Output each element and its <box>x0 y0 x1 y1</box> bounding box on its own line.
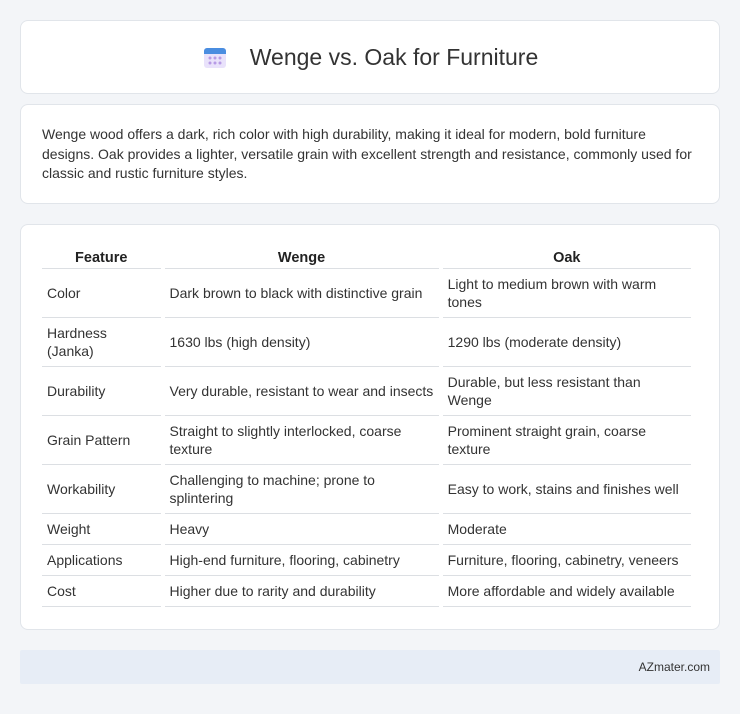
cell-wenge: High-end furniture, flooring, cabinetry <box>164 545 439 576</box>
calendar-icon <box>202 44 228 70</box>
title-card: Wenge vs. Oak for Furniture <box>20 20 720 94</box>
table-row: Hardness (Janka) 1630 lbs (high density)… <box>42 318 691 367</box>
cell-feature: Applications <box>42 545 161 576</box>
footer: AZmater.com <box>20 650 720 684</box>
comparison-table: Feature Wenge Oak Color Dark brown to bl… <box>38 245 695 607</box>
header-wenge: Wenge <box>164 245 439 269</box>
cell-oak: Furniture, flooring, cabinetry, veneers <box>442 545 691 576</box>
table-row: Cost Higher due to rarity and durability… <box>42 576 691 607</box>
table-row: Color Dark brown to black with distincti… <box>42 269 691 318</box>
table-row: Workability Challenging to machine; pron… <box>42 465 691 514</box>
cell-wenge: Straight to slightly interlocked, coarse… <box>164 416 439 465</box>
cell-oak: Durable, but less resistant than Wenge <box>442 367 691 416</box>
cell-feature: Weight <box>42 514 161 545</box>
table-row: Weight Heavy Moderate <box>42 514 691 545</box>
cell-wenge: Heavy <box>164 514 439 545</box>
table-header-row: Feature Wenge Oak <box>42 245 691 269</box>
cell-feature: Grain Pattern <box>42 416 161 465</box>
header-oak: Oak <box>442 245 691 269</box>
cell-oak: Moderate <box>442 514 691 545</box>
cell-feature: Workability <box>42 465 161 514</box>
cell-wenge: 1630 lbs (high density) <box>164 318 439 367</box>
cell-wenge: Very durable, resistant to wear and inse… <box>164 367 439 416</box>
footer-source: AZmater.com <box>638 660 710 674</box>
cell-feature: Color <box>42 269 161 318</box>
title-wrap: Wenge vs. Oak for Furniture <box>202 44 538 71</box>
header-feature: Feature <box>42 245 161 269</box>
cell-wenge: Dark brown to black with distinctive gra… <box>164 269 439 318</box>
cell-feature: Hardness (Janka) <box>42 318 161 367</box>
cell-oak: More affordable and widely available <box>442 576 691 607</box>
table-row: Durability Very durable, resistant to we… <box>42 367 691 416</box>
cell-feature: Cost <box>42 576 161 607</box>
comparison-card: Feature Wenge Oak Color Dark brown to bl… <box>20 224 720 630</box>
cell-wenge: Higher due to rarity and durability <box>164 576 439 607</box>
table-row: Applications High-end furniture, floorin… <box>42 545 691 576</box>
cell-oak: 1290 lbs (moderate density) <box>442 318 691 367</box>
cell-wenge: Challenging to machine; prone to splinte… <box>164 465 439 514</box>
cell-oak: Prominent straight grain, coarse texture <box>442 416 691 465</box>
cell-feature: Durability <box>42 367 161 416</box>
cell-oak: Easy to work, stains and finishes well <box>442 465 691 514</box>
cell-oak: Light to medium brown with warm tones <box>442 269 691 318</box>
intro-text: Wenge wood offers a dark, rich color wit… <box>42 126 692 181</box>
page-title: Wenge vs. Oak for Furniture <box>249 43 539 70</box>
table-row: Grain Pattern Straight to slightly inter… <box>42 416 691 465</box>
intro-card: Wenge wood offers a dark, rich color wit… <box>20 104 720 204</box>
